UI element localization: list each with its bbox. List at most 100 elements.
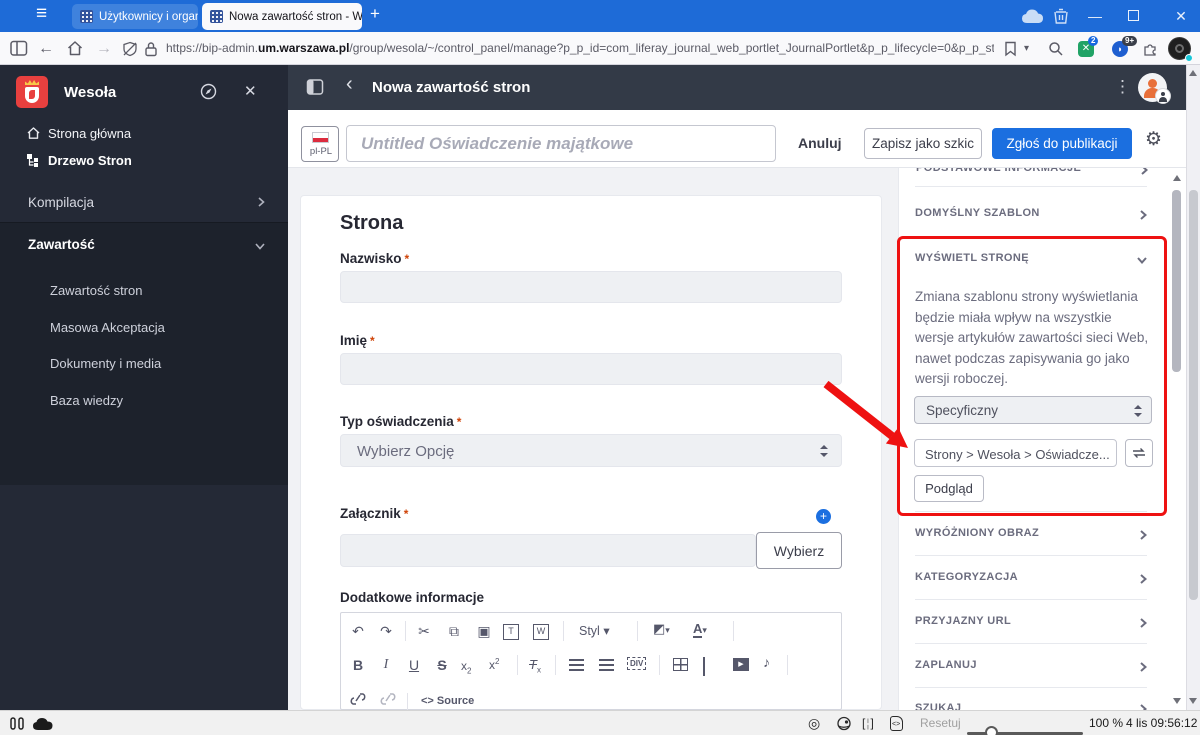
display-page-input[interactable]: Strony > Wesoła > Oświadcze... <box>914 439 1117 467</box>
audio-icon[interactable]: ♪ <box>763 654 770 670</box>
new-tab-button[interactable]: + <box>370 4 380 24</box>
bookmark-dropdown-caret[interactable]: ▾ <box>1024 32 1029 65</box>
url-bar[interactable]: https://bip-admin.um.warszawa.pl/group/w… <box>166 32 994 65</box>
link-icon[interactable] <box>349 691 367 707</box>
italic-icon[interactable]: I <box>375 653 397 677</box>
sidebar-section-kompilacja[interactable]: Kompilacja <box>28 195 94 210</box>
capture-target-icon[interactable]: ◎ <box>808 711 820 735</box>
imie-input[interactable] <box>340 353 842 385</box>
window-minimize-button[interactable]: — <box>1080 0 1110 32</box>
reset-button[interactable]: Resetuj <box>920 711 961 735</box>
zalacznik-input[interactable] <box>340 534 756 567</box>
panel-section-przyjazny-url[interactable]: PRZYJAZNY URL <box>915 615 1011 627</box>
cut-icon[interactable]: ✂ <box>413 619 435 643</box>
remove-format-icon[interactable]: Tx <box>529 657 541 675</box>
sidebar-item-baza-wiedzy[interactable]: Baza wiedzy <box>50 393 123 408</box>
sidebar-item-masowa-akceptacja[interactable]: Masowa Akceptacja <box>50 320 165 335</box>
superscript-icon[interactable]: x2 <box>489 657 499 672</box>
nav-back-button[interactable]: ← <box>38 32 54 65</box>
browser-scroll-up-arrow[interactable] <box>1189 70 1197 76</box>
browser-scroll-down-arrow[interactable] <box>1189 698 1197 704</box>
zoom-slider-knob[interactable] <box>985 726 998 735</box>
copy-icon[interactable]: ⧉ <box>443 619 465 643</box>
save-draft-button[interactable]: Zapisz jako szkic <box>864 128 982 159</box>
sidebar-section-zawartosc[interactable]: Zawartość <box>28 237 95 252</box>
add-attachment-icon[interactable]: + <box>816 509 831 524</box>
browser-scrollbar-thumb[interactable] <box>1189 190 1198 600</box>
menu-hamburger-icon[interactable]: ≡ <box>36 3 47 25</box>
search-icon[interactable] <box>1048 41 1064 57</box>
panel-section-domyslny-szablon[interactable]: DOMYŚLNY SZABLON <box>915 207 1040 219</box>
bold-icon[interactable]: B <box>347 653 369 677</box>
sidebar-close-icon[interactable]: ✕ <box>244 82 257 100</box>
back-chevron-icon[interactable]: ‹ <box>346 73 353 96</box>
underline-icon[interactable]: U <box>403 653 425 677</box>
panel-section-kategoryzacja[interactable]: KATEGORYZACJA <box>915 571 1018 583</box>
home-icon[interactable] <box>66 40 84 57</box>
source-button[interactable]: <> Source <box>421 695 474 707</box>
extensions-puzzle-icon[interactable] <box>1142 41 1159 57</box>
cancel-button[interactable]: Anuluj <box>798 135 842 151</box>
text-color-dropdown[interactable]: A▾ <box>693 621 707 636</box>
trash-icon[interactable] <box>1053 7 1069 25</box>
element-picker-icon[interactable]: [¦] <box>862 711 875 735</box>
sync-cloud-icon[interactable] <box>1020 8 1046 25</box>
sidebar-toggle-icon[interactable] <box>10 40 28 57</box>
kebab-menu-icon[interactable]: ⋮ <box>1114 77 1131 97</box>
page-code-icon[interactable]: <> <box>890 716 903 731</box>
nazwisko-input[interactable] <box>340 271 842 303</box>
table-icon[interactable] <box>673 658 688 671</box>
window-close-button[interactable]: ✕ <box>1166 0 1196 32</box>
sidebar-item-drzewo-stron[interactable]: Drzewo Stron <box>48 153 132 168</box>
undo-icon[interactable]: ↶ <box>347 619 369 643</box>
panel-section-wyrozniony-obraz[interactable]: WYRÓŻNIONY OBRAZ <box>915 527 1039 539</box>
browser-tab-active[interactable]: Nowa zawartość stron - We <box>202 3 362 30</box>
numbered-list-icon[interactable] <box>569 659 584 671</box>
sidebar-item-dokumenty-i-media[interactable]: Dokumenty i media <box>50 356 161 371</box>
globe-icon[interactable] <box>836 716 852 731</box>
styles-dropdown[interactable]: Styl ▾ <box>579 623 610 638</box>
panel-section-zaplanuj[interactable]: ZAPLANUJ <box>915 659 977 671</box>
background-color-dropdown[interactable]: ◩▾ <box>653 621 670 637</box>
unlink-icon[interactable] <box>379 691 397 707</box>
window-maximize-button[interactable] <box>1128 10 1139 21</box>
paste-plain-text-icon[interactable]: T <box>503 624 519 640</box>
pause-icon[interactable] <box>10 717 24 730</box>
panel-scrollbar-thumb[interactable] <box>1172 190 1181 372</box>
panel-scroll-up-arrow[interactable] <box>1173 175 1181 181</box>
cloud-icon[interactable] <box>32 717 54 731</box>
compass-icon[interactable] <box>200 83 217 100</box>
sidebar-item-strona-glowna[interactable]: Strona główna <box>48 126 131 141</box>
panel-section-wyswietl-strone[interactable]: WYŚWIETL STRONĘ <box>915 252 1029 264</box>
settings-gear-icon[interactable]: ⚙ <box>1145 128 1162 151</box>
video-icon[interactable]: ▶ <box>733 658 749 671</box>
lock-icon[interactable] <box>144 41 158 57</box>
strikethrough-icon[interactable]: S <box>431 653 453 677</box>
user-avatar[interactable] <box>1138 73 1167 102</box>
nav-forward-button[interactable]: → <box>96 32 112 65</box>
bulleted-list-icon[interactable] <box>599 659 614 671</box>
bookmark-icon[interactable] <box>1004 41 1017 57</box>
panel-scroll-down-arrow[interactable] <box>1173 698 1181 704</box>
preview-button[interactable]: Podgląd <box>914 475 984 502</box>
template-select[interactable]: Specyficzny <box>914 396 1152 424</box>
choose-file-button[interactable]: Wybierz <box>756 532 842 569</box>
panel-divider <box>915 511 1147 512</box>
profile-avatar[interactable] <box>1168 37 1191 60</box>
panel-section-podstawowe[interactable]: PODSTAWOWE INFORMACJE <box>916 168 1081 174</box>
change-page-button[interactable] <box>1125 439 1153 467</box>
div-container-icon[interactable]: DIV <box>627 657 646 670</box>
paste-from-word-icon[interactable]: W <box>533 624 549 640</box>
publish-button[interactable]: Zgłoś do publikacji <box>992 128 1132 159</box>
sidebar-item-zawartosc-stron[interactable]: Zawartość stron <box>50 283 142 298</box>
image-icon[interactable] <box>703 657 705 676</box>
browser-tab-inactive[interactable]: Użytkownicy i organizacje - <box>72 4 198 29</box>
shield-off-icon[interactable] <box>122 41 138 57</box>
subscript-icon[interactable]: x2 <box>461 659 471 675</box>
locale-button[interactable]: pl-PL <box>301 126 339 162</box>
redo-icon[interactable]: ↷ <box>375 619 397 643</box>
paste-icon[interactable]: ▣ <box>473 619 495 643</box>
product-menu-toggle-icon[interactable] <box>306 78 324 96</box>
article-title-input[interactable]: Untitled Oświadczenie majątkowe <box>346 125 776 162</box>
typ-oswiadczenia-select[interactable]: Wybierz Opcję <box>340 434 842 467</box>
